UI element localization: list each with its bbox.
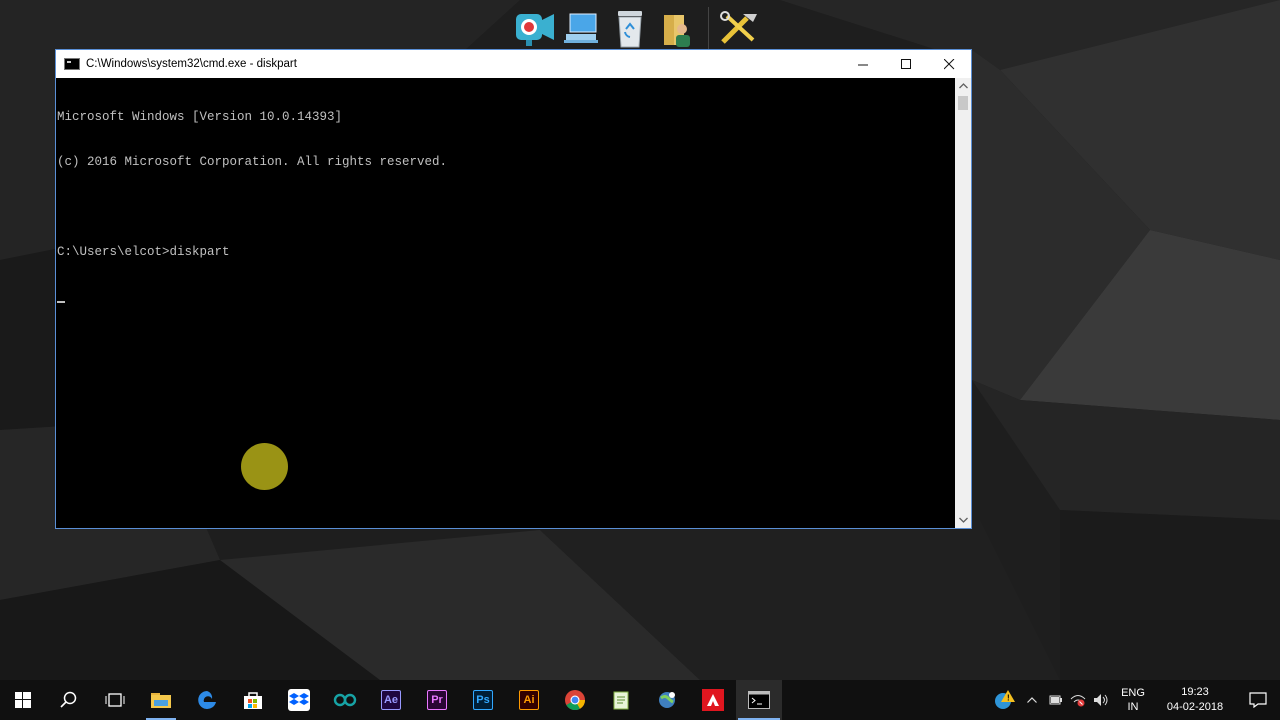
system-tray: ! ENG IN 19:23 04-02-2018 (990, 680, 1280, 720)
text-cursor (57, 301, 65, 303)
notification-icon (1249, 692, 1267, 708)
edge-icon (198, 691, 216, 709)
maximize-button[interactable] (885, 50, 928, 78)
amd-icon (702, 689, 724, 711)
minimize-button[interactable] (842, 50, 885, 78)
network-disconnected-icon[interactable] (1066, 680, 1089, 720)
chevron-up-icon (958, 83, 968, 89)
store-icon (244, 692, 262, 709)
maximize-icon (901, 58, 911, 69)
minimize-icon (858, 64, 868, 65)
premiere-button[interactable]: Pr (414, 680, 460, 720)
console-line: C:\Users\elcot>diskpart (57, 245, 230, 259)
arduino-button[interactable] (322, 680, 368, 720)
scrollbar-thumb[interactable] (958, 96, 968, 110)
notepad-icon (613, 691, 629, 710)
power-plug-icon[interactable] (1043, 680, 1066, 720)
console-line: Microsoft Windows [Version 10.0.14393] (57, 110, 343, 124)
search-button[interactable] (46, 680, 92, 720)
chrome-icon (565, 690, 586, 711)
desktop-icon-separator (708, 7, 709, 49)
screen-recorder-icon[interactable] (510, 4, 558, 52)
chevron-up-icon[interactable] (1020, 680, 1043, 720)
input-language-indicator[interactable]: ENG IN (1118, 686, 1148, 714)
svg-text:!: ! (1007, 694, 1010, 703)
taskbar: Ae Pr Ps Ai ! ENG IN 19:23 04-02-2018 (0, 680, 1280, 720)
scroll-up-button[interactable] (955, 78, 971, 94)
language-code: ENG (1121, 687, 1145, 699)
action-center-button[interactable] (1236, 680, 1280, 720)
file-explorer-button[interactable] (138, 680, 184, 720)
illustrator-button[interactable]: Ai (506, 680, 552, 720)
edge-button[interactable] (184, 680, 230, 720)
chrome-button[interactable] (552, 680, 598, 720)
desktop-icon-row (510, 4, 763, 52)
search-icon (60, 691, 77, 708)
window-title: C:\Windows\system32\cmd.exe - diskpart (86, 58, 297, 70)
cmd-button[interactable] (736, 680, 782, 720)
photoshop-button[interactable]: Ps (460, 680, 506, 720)
start-button[interactable] (0, 680, 46, 720)
network-tool-button[interactable] (644, 680, 690, 720)
folder-icon (151, 693, 171, 708)
desktop: C:\Windows\system32\cmd.exe - diskpart M… (0, 0, 1280, 680)
console-line (57, 290, 955, 305)
language-region: IN (1127, 701, 1139, 713)
windows-logo-icon (15, 692, 31, 708)
photoshop-icon: Ps (473, 690, 493, 710)
after-effects-icon: Ae (381, 690, 401, 710)
chevron-down-icon (958, 517, 968, 523)
premiere-icon: Pr (427, 690, 447, 710)
window-controls (842, 50, 971, 78)
globe-icon (659, 692, 675, 708)
cmd-window-icon (64, 58, 80, 70)
console-line: (c) 2016 Microsoft Corporation. All righ… (57, 155, 448, 169)
window-titlebar[interactable]: C:\Windows\system32\cmd.exe - diskpart (56, 50, 971, 78)
cmd-window[interactable]: C:\Windows\system32\cmd.exe - diskpart M… (55, 49, 972, 529)
vertical-scrollbar[interactable] (955, 78, 971, 528)
mouse-pointer-highlight (241, 443, 288, 490)
close-button[interactable] (928, 50, 971, 78)
console-output[interactable]: Microsoft Windows [Version 10.0.14393] (… (56, 78, 955, 528)
dropbox-button[interactable] (276, 680, 322, 720)
volume-icon[interactable] (1089, 680, 1112, 720)
close-icon (944, 58, 955, 69)
illustrator-icon: Ai (519, 690, 539, 710)
task-view-button[interactable] (92, 680, 138, 720)
amd-button[interactable] (690, 680, 736, 720)
tools-icon[interactable] (715, 4, 763, 52)
user-folder-icon[interactable] (654, 4, 702, 52)
clock[interactable]: 19:23 04-02-2018 (1160, 685, 1230, 715)
dropbox-icon (288, 689, 310, 711)
recycle-bin-icon[interactable] (606, 4, 654, 52)
cmd-icon (748, 691, 770, 709)
update-alert-icon[interactable]: ! (990, 680, 1020, 720)
arduino-icon (333, 693, 357, 707)
clock-time: 19:23 (1181, 686, 1209, 698)
scroll-down-button[interactable] (955, 512, 971, 528)
clock-date: 04-02-2018 (1166, 701, 1224, 713)
after-effects-button[interactable]: Ae (368, 680, 414, 720)
store-button[interactable] (230, 680, 276, 720)
task-view-icon (105, 693, 125, 707)
notepad-button[interactable] (598, 680, 644, 720)
this-pc-icon[interactable] (558, 4, 606, 52)
